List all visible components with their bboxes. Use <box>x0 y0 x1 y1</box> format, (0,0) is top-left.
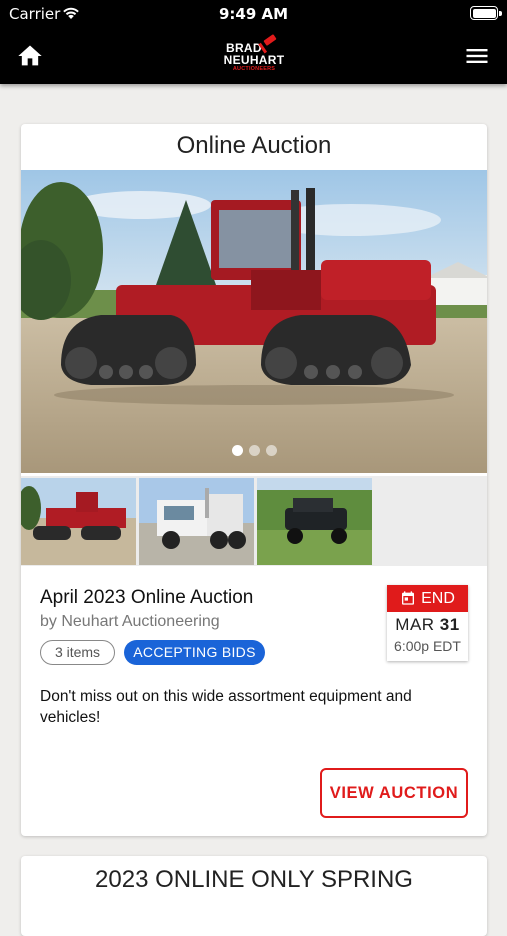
next-auction-card[interactable]: 2023 ONLINE ONLY SPRING <box>21 856 487 936</box>
thumbnail-tractor[interactable] <box>21 478 136 565</box>
auction-description: Don't miss out on this wide assortment e… <box>40 688 412 726</box>
end-date-box: END MAR 31 6:00p EDT <box>387 585 468 661</box>
logo-line3: AUCTIONEERS <box>232 66 276 72</box>
end-day: 31 <box>439 615 460 634</box>
end-month: MAR <box>395 615 435 634</box>
auction-title[interactable]: April 2023 Online Auction <box>40 587 253 609</box>
carousel-indicator[interactable] <box>21 443 487 461</box>
calendar-icon <box>402 591 415 605</box>
end-date-header: END <box>387 585 468 612</box>
logo-gavel-icon <box>258 34 277 54</box>
battery-icon <box>470 6 502 20</box>
nav-bar: BRAD NEUHART AUCTIONEERS <box>0 28 507 84</box>
logo-line2: NEUHART <box>223 53 285 67</box>
auction-card[interactable]: Online Auction April 2023 Online Auction… <box>21 124 487 836</box>
carousel-dot[interactable] <box>231 445 243 456</box>
brand-logo[interactable]: BRAD NEUHART AUCTIONEERS <box>222 34 286 74</box>
next-auction-card-heading: 2023 ONLINE ONLY SPRING <box>95 866 413 893</box>
items-count-badge: 3 items <box>40 640 115 665</box>
status-bar: Carrier 9:49 AM <box>0 0 507 28</box>
view-auction-button[interactable]: VIEW AUCTION <box>320 768 468 818</box>
thumbnail-semi-truck[interactable] <box>139 478 254 565</box>
end-label: END <box>421 590 455 607</box>
clock: 9:49 AM <box>218 5 289 23</box>
tractor-photo <box>21 170 487 473</box>
thumbnail-strip <box>21 476 487 566</box>
status-badge: ACCEPTING BIDS <box>124 640 265 665</box>
carousel-dot[interactable] <box>265 445 277 456</box>
carousel-dot[interactable] <box>248 445 260 456</box>
end-time: 6:00p EDT <box>394 638 461 654</box>
home-icon[interactable] <box>16 42 44 70</box>
auction-byline: by Neuhart Auctioneering <box>40 613 220 630</box>
auction-card-heading: Online Auction <box>176 132 332 159</box>
end-date: MAR 31 <box>387 615 468 635</box>
hamburger-menu-icon[interactable] <box>463 42 491 70</box>
auction-photo-carousel[interactable] <box>21 170 487 473</box>
thumbnail-vintage-car[interactable] <box>257 478 372 565</box>
